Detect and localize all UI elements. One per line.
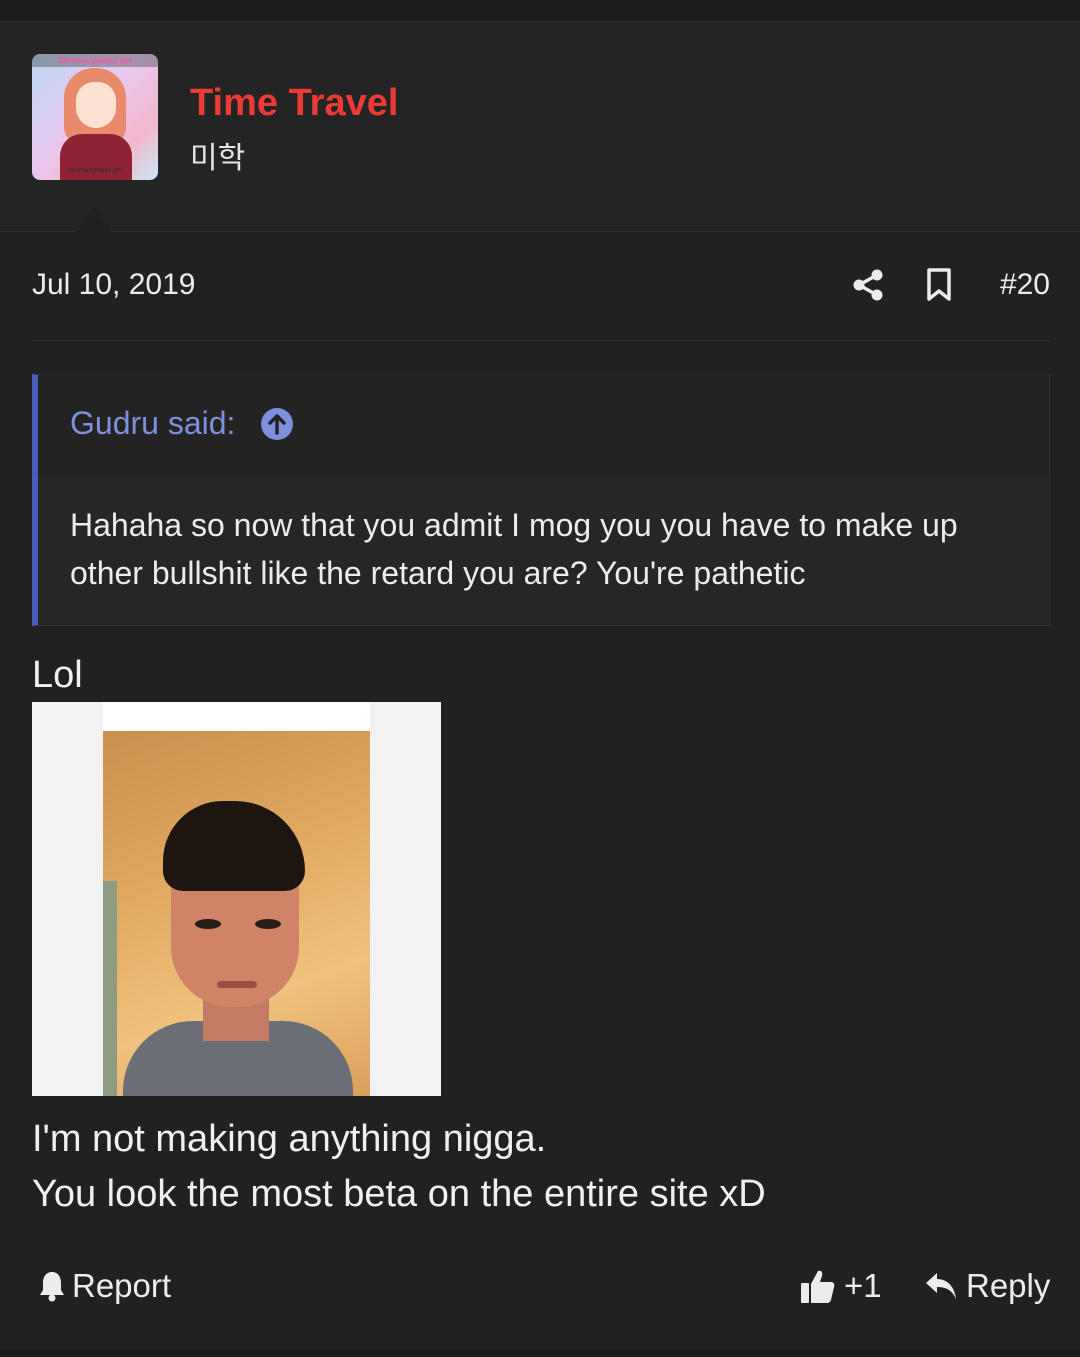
username[interactable]: Time Travel bbox=[190, 80, 398, 126]
photo-door bbox=[103, 881, 117, 1096]
divider bbox=[32, 340, 1050, 341]
post-text-line: I'm not making anything nigga. bbox=[32, 1118, 547, 1160]
post-image[interactable] bbox=[32, 702, 441, 1096]
bell-icon bbox=[40, 1272, 64, 1302]
post-date[interactable]: Jul 10, 2019 bbox=[32, 268, 195, 302]
bookmark-icon[interactable] bbox=[926, 268, 952, 302]
post-text-lol: Lol bbox=[32, 654, 83, 696]
thumbs-up-icon bbox=[801, 1270, 835, 1303]
post-meta: Jul 10, 2019 #20 bbox=[32, 262, 1050, 312]
report-label: Report bbox=[72, 1267, 172, 1304]
report-button[interactable]: Report bbox=[38, 1264, 171, 1308]
avatar[interactable]: Normies please go! Normies please go! bbox=[32, 54, 158, 180]
like-count: +1 bbox=[844, 1267, 882, 1304]
post-text-line: You look the most beta on the entire sit… bbox=[32, 1173, 766, 1215]
photo-content bbox=[103, 731, 370, 1096]
post-number[interactable]: #20 bbox=[1000, 268, 1050, 302]
arrow-up-circle-icon[interactable] bbox=[260, 407, 294, 441]
avatar-face bbox=[76, 82, 116, 128]
photo-top-margin bbox=[103, 702, 370, 731]
quote-text: Hahaha so now that you admit I mog you y… bbox=[70, 507, 958, 591]
quote-author[interactable]: Gudru said: bbox=[70, 405, 235, 442]
user-header: Normies please go! Normies please go! Ti… bbox=[0, 22, 1080, 232]
share-icon[interactable] bbox=[852, 268, 884, 302]
reply-arrow-icon bbox=[926, 1273, 956, 1299]
reply-button[interactable]: Reply bbox=[924, 1264, 1050, 1308]
quote-block: Gudru said: Hahaha so now that you admit… bbox=[32, 374, 1050, 626]
reply-label: Reply bbox=[966, 1267, 1051, 1304]
top-strip bbox=[0, 0, 1080, 22]
avatar-caption-top: Normies please go! bbox=[32, 54, 158, 67]
photo-mouth bbox=[217, 981, 257, 988]
photo-eye bbox=[255, 919, 281, 929]
quote-header: Gudru said: bbox=[38, 375, 1049, 477]
photo-eye bbox=[195, 919, 221, 929]
header-pointer bbox=[76, 206, 112, 233]
avatar-caption-bottom: Normies please go! bbox=[69, 168, 121, 174]
user-title: 미학 bbox=[190, 142, 246, 175]
like-button[interactable]: +1 bbox=[800, 1264, 882, 1308]
bottom-border bbox=[0, 1350, 1080, 1357]
photo-hair bbox=[163, 801, 305, 891]
post-body: I'm not making anything nigga. You look … bbox=[32, 1112, 766, 1222]
